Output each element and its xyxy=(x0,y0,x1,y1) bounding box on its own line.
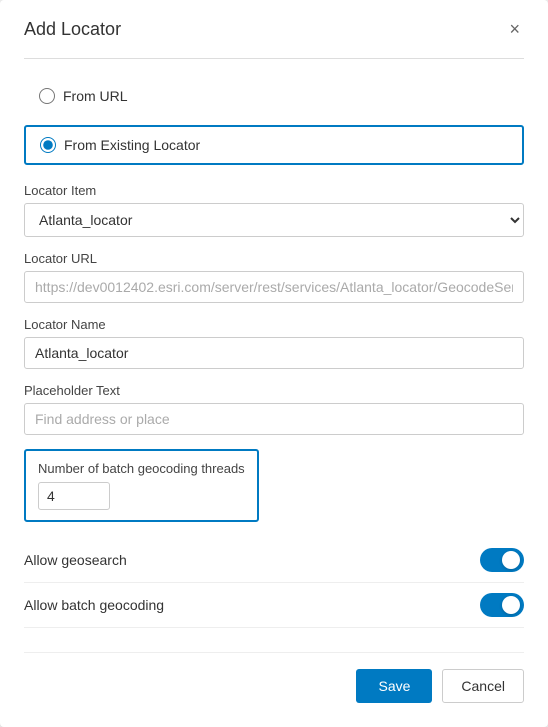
locator-url-group: Locator URL xyxy=(24,251,524,303)
locator-item-group: Locator Item Atlanta_locator xyxy=(24,183,524,237)
locator-item-select[interactable]: Atlanta_locator xyxy=(24,203,524,237)
locator-url-input[interactable] xyxy=(24,271,524,303)
dialog-header: Add Locator × xyxy=(24,18,524,40)
locator-url-label: Locator URL xyxy=(24,251,524,266)
from-url-label: From URL xyxy=(63,88,128,104)
locator-name-label: Locator Name xyxy=(24,317,524,332)
batch-geocoding-label: Number of batch geocoding threads xyxy=(38,461,245,476)
locator-name-input[interactable] xyxy=(24,337,524,369)
locator-name-group: Locator Name xyxy=(24,317,524,369)
geosearch-toggle-row: Allow geosearch xyxy=(24,538,524,583)
geosearch-label: Allow geosearch xyxy=(24,552,127,568)
from-existing-option[interactable]: From Existing Locator xyxy=(24,125,524,165)
placeholder-text-group: Placeholder Text xyxy=(24,383,524,435)
batch-geocoding-slider xyxy=(480,593,524,617)
geosearch-slider xyxy=(480,548,524,572)
add-locator-dialog: Add Locator × From URL From Existing Loc… xyxy=(0,0,548,727)
from-url-radio[interactable] xyxy=(39,88,55,104)
from-url-option[interactable]: From URL xyxy=(24,77,524,115)
source-radio-group: From URL From Existing Locator xyxy=(24,77,524,165)
close-button[interactable]: × xyxy=(505,18,524,40)
from-existing-radio[interactable] xyxy=(40,137,56,153)
geosearch-toggle[interactable] xyxy=(480,548,524,572)
save-button[interactable]: Save xyxy=(356,669,432,703)
cancel-button[interactable]: Cancel xyxy=(442,669,524,703)
locator-item-label: Locator Item xyxy=(24,183,524,198)
placeholder-text-label: Placeholder Text xyxy=(24,383,524,398)
placeholder-text-input[interactable] xyxy=(24,403,524,435)
batch-geocoding-toggle[interactable] xyxy=(480,593,524,617)
header-divider xyxy=(24,58,524,59)
batch-geocoding-toggle-label: Allow batch geocoding xyxy=(24,597,164,613)
dialog-title: Add Locator xyxy=(24,19,121,40)
batch-threads-input[interactable] xyxy=(38,482,110,510)
dialog-footer: Save Cancel xyxy=(24,652,524,703)
batch-geocoding-toggle-row: Allow batch geocoding xyxy=(24,583,524,628)
batch-geocoding-section: Number of batch geocoding threads xyxy=(24,449,259,522)
from-existing-label: From Existing Locator xyxy=(64,137,200,153)
